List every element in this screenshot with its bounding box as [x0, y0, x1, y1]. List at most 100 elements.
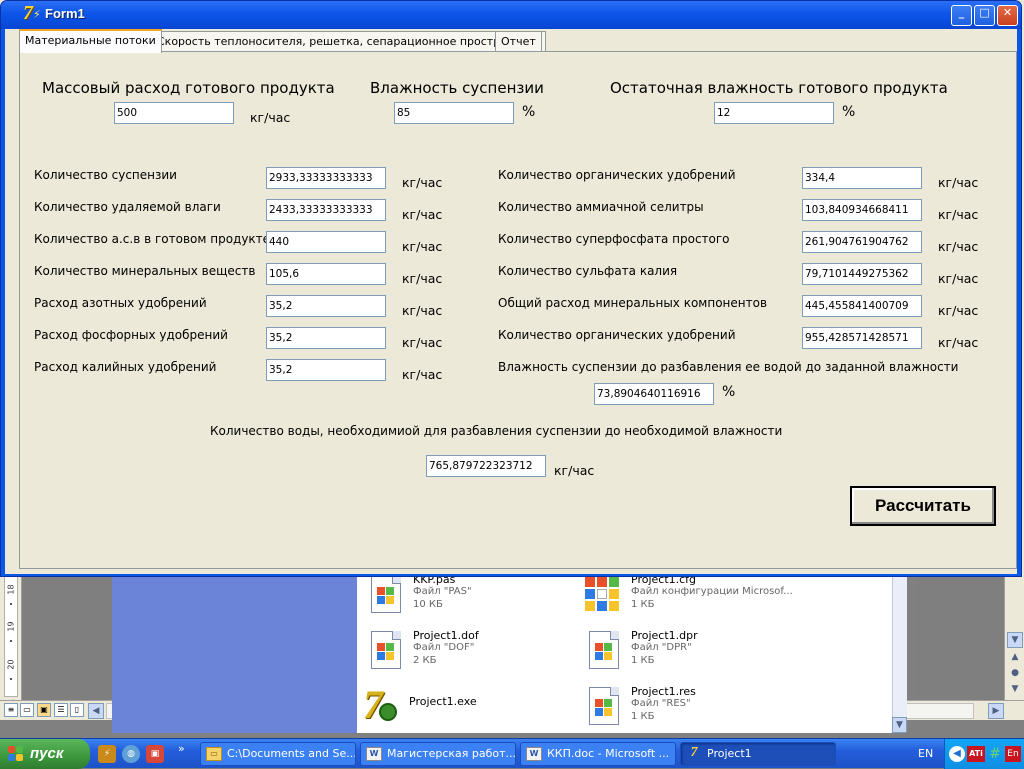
- outline-view-icon[interactable]: ☰: [54, 703, 68, 717]
- taskbar-button-project1[interactable]: 7 Project1: [680, 742, 836, 766]
- ruler-number: 20: [6, 659, 16, 670]
- result-label: Количество аммиачной селитры: [498, 200, 704, 214]
- result-field[interactable]: 440: [266, 231, 386, 253]
- result-label: Количество органических удобрений: [498, 168, 736, 182]
- title-bar[interactable]: 7 ⚡ Form1 _ □ ✕: [1, 1, 1021, 29]
- file-item[interactable]: Project1.dof Файл "DOF" 2 КБ: [365, 627, 575, 675]
- mass-flow-label: Массовый расход готового продукта: [42, 79, 335, 97]
- result-label: Общий расход минеральных компонентов: [498, 296, 768, 310]
- minimize-button[interactable]: _: [951, 5, 972, 26]
- water-amount-field[interactable]: 765,879722323712: [426, 455, 546, 477]
- result-field[interactable]: 103,840934668411: [802, 199, 922, 221]
- next-page-icon[interactable]: ▼: [1007, 682, 1023, 698]
- browse-object-icon[interactable]: ●: [1007, 666, 1023, 682]
- result-field[interactable]: 2433,33333333333: [266, 199, 386, 221]
- file-item[interactable]: Project1.cfg Файл конфигурации Microsof.…: [583, 571, 793, 619]
- prev-page-icon[interactable]: ▲: [1007, 650, 1023, 666]
- file-item[interactable]: 7 Project1.exe: [361, 681, 571, 729]
- suspension-moisture-input[interactable]: 85: [394, 102, 514, 124]
- file-name: Project1.exe: [409, 695, 477, 708]
- quicklaunch-save-icon[interactable]: ▣: [146, 745, 164, 763]
- dof-file-icon: [365, 631, 405, 671]
- result-field[interactable]: 35,2: [266, 327, 386, 349]
- result-label: Количество суспензии: [34, 168, 177, 182]
- system-tray: ◀ ATi # En: [944, 739, 1024, 769]
- unit-label: кг/час: [402, 207, 443, 222]
- file-name: Project1.dpr: [631, 629, 698, 642]
- result-field[interactable]: 955,428571428571: [802, 327, 922, 349]
- residual-moisture-label: Остаточная влажность готового продукта: [610, 79, 948, 97]
- print-layout-icon[interactable]: ▣: [37, 703, 51, 717]
- unit-label: кг/час: [402, 271, 443, 286]
- tab-label: Отчет: [501, 35, 536, 48]
- result-field[interactable]: 105,6: [266, 263, 386, 285]
- calculate-button[interactable]: Рассчитать: [850, 486, 996, 526]
- result-field[interactable]: 261,904761904762: [802, 231, 922, 253]
- mass-flow-input[interactable]: 500: [114, 102, 234, 124]
- taskbar-button-label: ККП.doc - Microsoft ...: [547, 747, 670, 760]
- start-label: пуск: [30, 745, 64, 762]
- dilution-moisture-field[interactable]: 73,8904640116916: [594, 383, 714, 405]
- minimize-icon: _: [958, 6, 965, 19]
- reading-view-icon[interactable]: ▯: [70, 703, 84, 717]
- file-item[interactable]: Project1.dpr Файл "DPR" 1 КБ: [583, 627, 793, 675]
- result-field[interactable]: 79,7101449275362: [802, 263, 922, 285]
- file-type: Файл конфигурации Microsof...: [631, 586, 793, 597]
- tab-report[interactable]: Отчет: [495, 31, 542, 52]
- web-view-icon[interactable]: ▭: [20, 703, 34, 717]
- tray-arrow-icon[interactable]: ◀: [949, 746, 965, 762]
- explorer-scrollbar[interactable]: ▼: [892, 575, 907, 733]
- quicklaunch-lightning-icon[interactable]: ⚡: [98, 745, 116, 763]
- taskbar-button-explorer[interactable]: ▭ C:\Documents and Se...: [200, 742, 356, 766]
- network-tray-icon[interactable]: #: [987, 746, 1003, 762]
- result-field[interactable]: 334,4: [802, 167, 922, 189]
- taskbar-button-label: Project1: [707, 747, 752, 760]
- delphi-icon: 7: [690, 745, 698, 760]
- ati-tray-icon[interactable]: ATi: [967, 746, 985, 762]
- residual-moisture-input[interactable]: 12: [714, 102, 834, 124]
- file-size: 1 КБ: [631, 655, 655, 666]
- delphi-exe-icon: 7: [361, 685, 401, 725]
- result-field[interactable]: 2933,33333333333: [266, 167, 386, 189]
- language-indicator[interactable]: EN: [918, 747, 933, 760]
- ruler-number: 19: [6, 621, 16, 632]
- unit-label: кг/час: [554, 463, 595, 478]
- delphi-icon[interactable]: 7 ⚡: [23, 2, 41, 24]
- file-item[interactable]: Project1.res Файл "RES" 1 КБ: [583, 683, 793, 731]
- maximize-button[interactable]: □: [974, 5, 995, 26]
- scroll-right-icon[interactable]: ▶: [988, 703, 1004, 719]
- water-amount-label: Количество воды, необходимиой для разбав…: [210, 424, 783, 438]
- result-field[interactable]: 445,455841400709: [802, 295, 922, 317]
- res-file-icon: [583, 687, 623, 727]
- taskbar-button-word-kkp[interactable]: W ККП.doc - Microsoft ...: [520, 742, 676, 766]
- file-size: 1 КБ: [631, 599, 655, 610]
- quicklaunch-globe-icon[interactable]: ◍: [122, 745, 140, 763]
- start-button[interactable]: пуск: [0, 739, 90, 769]
- result-field[interactable]: 35,2: [266, 295, 386, 317]
- result-label: Количество удаляемой влаги: [34, 200, 221, 214]
- unit-label: кг/час: [938, 271, 979, 286]
- tab-material-flows[interactable]: Материальные потоки: [19, 29, 162, 53]
- tab-label: Скорость теплоносителя, решетка, сепарац…: [157, 35, 540, 48]
- ruler-tick: [10, 602, 12, 605]
- suspension-moisture-label: Влажность суспензии: [370, 79, 544, 97]
- close-button[interactable]: ✕: [997, 5, 1018, 26]
- result-field[interactable]: 35,2: [266, 359, 386, 381]
- normal-view-icon[interactable]: ≡: [4, 703, 18, 717]
- keyboard-layout-icon[interactable]: En: [1005, 746, 1021, 762]
- file-item[interactable]: KKP.pas Файл "PAS" 10 КБ: [365, 571, 575, 619]
- quicklaunch-more-icon[interactable]: »: [178, 742, 185, 755]
- file-type: Файл "DPR": [631, 642, 692, 653]
- tab-coolant-speed[interactable]: Скорость теплоносителя, решетка, сепарац…: [151, 31, 546, 52]
- scroll-down-icon[interactable]: ▼: [892, 717, 907, 733]
- scroll-left-icon[interactable]: ◀: [88, 703, 104, 719]
- scroll-down-icon[interactable]: ▼: [1007, 632, 1023, 648]
- unit-label: кг/час: [402, 335, 443, 350]
- unit-label: кг/час: [402, 175, 443, 190]
- close-icon: ✕: [1002, 6, 1013, 19]
- unit-label: кг/час: [938, 207, 979, 222]
- word-vertical-scrollbar[interactable]: ▼ ▲ ● ▼: [1004, 575, 1024, 720]
- unit-label: кг/час: [938, 335, 979, 350]
- result-label: Расход азотных удобрений: [34, 296, 207, 310]
- taskbar-button-word-thesis[interactable]: W Магистерская работ...: [360, 742, 516, 766]
